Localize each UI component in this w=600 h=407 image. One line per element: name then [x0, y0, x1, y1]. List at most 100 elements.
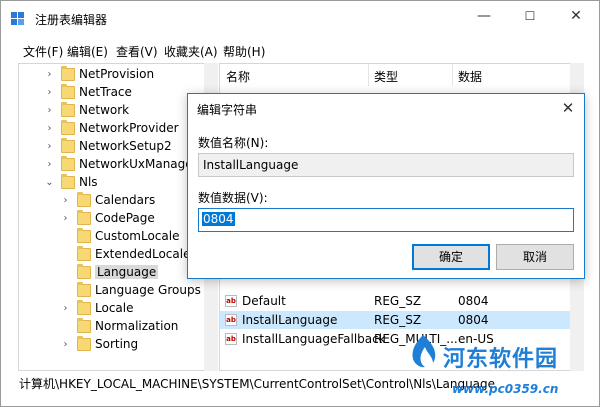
folder-icon — [77, 263, 91, 279]
tree-item-label: Calendars — [95, 193, 156, 207]
menu-favorites[interactable]: 收藏夹(A) — [164, 43, 218, 60]
value-data: 0804 — [458, 294, 489, 308]
folder-icon — [77, 191, 91, 207]
registry-editor-window: 注册表编辑器 — ☐ ✕ 文件(F) 编辑(E) 查看(V) 收藏夹(A) 帮助… — [0, 0, 600, 407]
tree-item-normalization[interactable]: Normalization — [61, 317, 178, 335]
folder-icon — [77, 317, 91, 333]
tree-item-label: Nls — [79, 175, 98, 189]
value-name: InstallLanguageFallback — [242, 332, 386, 346]
folder-icon — [77, 335, 91, 351]
tree-item-extendedlocale[interactable]: ExtendedLocale — [61, 245, 190, 263]
folder-icon — [77, 209, 91, 225]
tree-item-nettrace[interactable]: › NetTrace — [45, 83, 132, 101]
value-name-field: InstallLanguage — [198, 153, 574, 177]
tree-item-label: Sorting — [95, 337, 139, 351]
close-button[interactable]: ✕ — [553, 1, 599, 31]
column-divider[interactable] — [452, 64, 453, 86]
tree-item-language-groups[interactable]: Language Groups — [61, 281, 201, 299]
multi-string-value-icon: ab — [225, 333, 237, 345]
registry-app-icon — [11, 12, 25, 26]
expand-chevron-icon[interactable]: › — [61, 339, 70, 350]
tree-item-label: NetTrace — [79, 85, 132, 99]
title-bar[interactable]: 注册表编辑器 — ☐ ✕ — [1, 1, 599, 37]
tree-item-calendars[interactable]: › Calendars — [61, 191, 155, 209]
tree-item-nls[interactable]: ⌄ Nls — [45, 173, 98, 191]
value-name: Default — [242, 294, 286, 308]
tree-item-sorting[interactable]: › Sorting — [61, 335, 138, 353]
expand-chevron-icon[interactable]: › — [45, 105, 54, 116]
tree-item-language[interactable]: Language — [61, 263, 159, 281]
tree-item-codepage[interactable]: › CodePage — [61, 209, 155, 227]
window-title: 注册表编辑器 — [35, 13, 108, 27]
tree-item-label: Language Groups — [95, 283, 201, 297]
folder-icon — [61, 65, 75, 81]
registry-path: 计算机\HKEY_LOCAL_MACHINE\SYSTEM\CurrentCon… — [19, 377, 496, 391]
minimize-button[interactable]: — — [461, 1, 507, 31]
expand-chevron-icon[interactable]: › — [45, 141, 54, 152]
menu-bar: 文件(F) 编辑(E) 查看(V) 收藏夹(A) 帮助(H) — [1, 39, 599, 63]
string-value-icon: ab — [225, 314, 237, 326]
tree-item-label: Network — [79, 103, 130, 117]
folder-icon — [61, 101, 75, 117]
tree-item-customlocale[interactable]: CustomLocale — [61, 227, 179, 245]
folder-icon — [77, 299, 91, 315]
folder-icon — [61, 119, 75, 135]
expand-chevron-icon[interactable]: › — [61, 195, 70, 206]
tree-item-label: NetworkProvider — [79, 121, 179, 135]
value-row-installlanguage[interactable]: ab InstallLanguage REG_SZ 0804 — [220, 311, 570, 329]
folder-icon — [61, 137, 75, 153]
ok-button[interactable]: 确定 — [412, 244, 490, 270]
folder-icon — [61, 83, 75, 99]
collapse-chevron-icon[interactable]: ⌄ — [45, 177, 54, 188]
expand-chevron-icon[interactable]: › — [61, 213, 70, 224]
expand-chevron-icon[interactable]: › — [45, 123, 54, 134]
tree-item-label: Locale — [95, 301, 134, 315]
column-header-name[interactable]: 名称 — [226, 68, 250, 85]
string-value-icon: ab — [225, 295, 237, 307]
expand-chevron-icon[interactable]: › — [45, 87, 54, 98]
column-divider[interactable] — [368, 64, 369, 86]
value-name-label: 数值名称(N): — [198, 136, 269, 150]
menu-file[interactable]: 文件(F) — [23, 43, 63, 60]
expand-chevron-icon[interactable]: › — [45, 69, 54, 80]
folder-icon — [61, 173, 75, 189]
folder-icon — [61, 155, 75, 171]
tree-item-label: CodePage — [95, 211, 155, 225]
value-type: REG_SZ — [374, 294, 422, 308]
tree-item-networksetup2[interactable]: › NetworkSetup2 — [45, 137, 172, 155]
folder-icon — [77, 227, 91, 243]
cancel-button[interactable]: 取消 — [496, 244, 574, 270]
menu-edit[interactable]: 编辑(E) — [67, 43, 108, 60]
watermark-url: www.pc0359.cn — [452, 382, 559, 396]
tree-item-network[interactable]: › Network — [45, 101, 129, 119]
edit-string-dialog: 编辑字符串 ✕ 数值名称(N): InstallLanguage 数值数据(V)… — [187, 93, 585, 279]
tree-item-netprovision[interactable]: › NetProvision — [45, 65, 154, 83]
tree-item-label: NetworkSetup2 — [79, 139, 172, 153]
column-header-data[interactable]: 数据 — [458, 68, 482, 85]
value-data-input[interactable]: 0804 — [198, 208, 574, 232]
menu-help[interactable]: 帮助(H) — [223, 43, 265, 60]
menu-view[interactable]: 查看(V) — [116, 43, 158, 60]
value-name: InstallLanguage — [242, 313, 338, 327]
dialog-close-button[interactable]: ✕ — [552, 94, 584, 122]
maximize-button[interactable]: ☐ — [507, 1, 553, 31]
folder-icon — [77, 245, 91, 261]
watermark-brand: 河东软件园 — [443, 346, 559, 372]
column-header-type[interactable]: 类型 — [374, 68, 398, 85]
expand-chevron-icon[interactable]: › — [61, 303, 70, 314]
tree-item-networkprovider[interactable]: › NetworkProvider — [45, 119, 179, 137]
tree-item-locale[interactable]: › Locale — [61, 299, 133, 317]
watermark-logo-icon — [412, 335, 436, 368]
tree-item-networkuxmanager[interactable]: › NetworkUxManager — [45, 155, 198, 173]
tree-item-label: Language — [95, 265, 159, 279]
value-data: 0804 — [458, 313, 489, 327]
value-row-default[interactable]: ab Default REG_SZ 0804 — [220, 292, 570, 310]
expand-chevron-icon[interactable]: › — [45, 159, 54, 170]
tree-item-label: ExtendedLocale — [95, 247, 191, 261]
dialog-title-bar[interactable]: 编辑字符串 ✕ — [188, 94, 584, 122]
tree-item-label: NetworkUxManager — [79, 157, 198, 171]
value-type: REG_SZ — [374, 313, 422, 327]
dialog-title: 编辑字符串 — [197, 103, 258, 117]
tree-item-label: Normalization — [95, 319, 179, 333]
value-data-label: 数值数据(V): — [198, 191, 268, 205]
